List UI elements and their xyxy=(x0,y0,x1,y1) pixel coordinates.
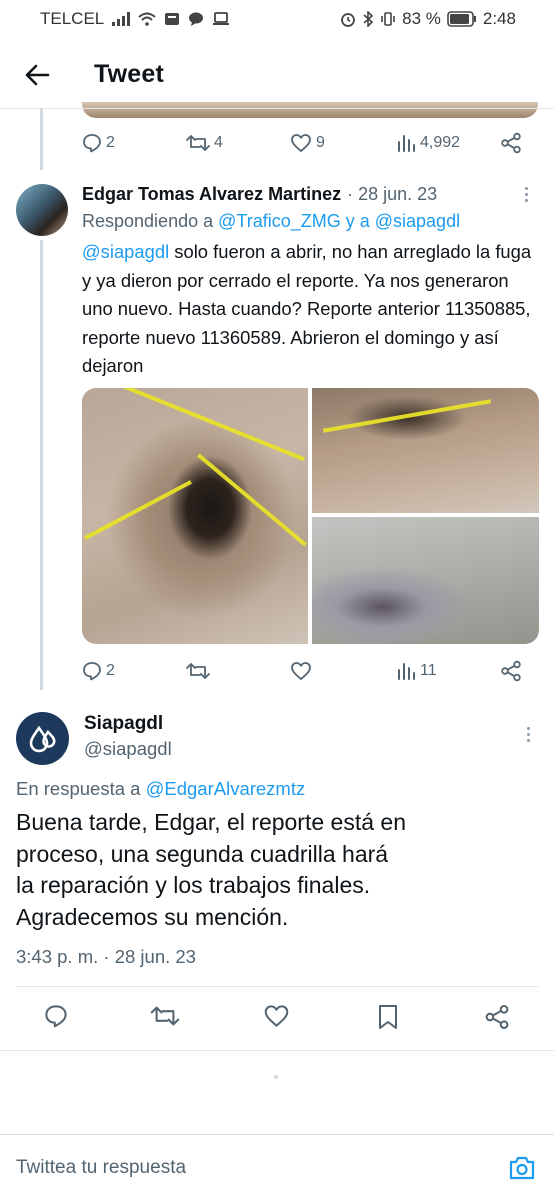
reply-count: 2 xyxy=(106,134,115,151)
more-options-button[interactable] xyxy=(516,182,536,206)
divider xyxy=(0,1050,554,1051)
views-button[interactable]: 4,992 xyxy=(396,133,460,153)
app-header: Tweet xyxy=(0,42,554,108)
bookmark-button[interactable] xyxy=(377,1004,399,1035)
mention-link[interactable]: @Trafico_ZMG xyxy=(218,211,341,231)
like-button[interactable] xyxy=(263,1004,290,1033)
status-bar: TELCEL 83 % 2:48 xyxy=(0,0,554,38)
signal-icon xyxy=(112,12,131,26)
wifi-icon xyxy=(138,12,156,26)
analytics-icon xyxy=(398,135,415,152)
arrow-left-icon xyxy=(25,64,50,86)
retweet-count: 4 xyxy=(214,134,223,151)
in-reply-prefix: En respuesta a xyxy=(16,778,146,799)
divider xyxy=(16,986,538,987)
carrier-label: TELCEL xyxy=(40,9,105,28)
user-avatar[interactable] xyxy=(16,184,68,236)
tweet-timestamp[interactable]: 3:43 p. m. · 28 jun. 23 xyxy=(16,946,196,968)
reply-button[interactable] xyxy=(44,1004,68,1033)
header-divider xyxy=(0,108,554,109)
photo-water[interactable] xyxy=(312,517,539,644)
bluetooth-icon xyxy=(362,11,374,27)
share-button[interactable] xyxy=(500,660,522,682)
like-button[interactable]: 9 xyxy=(290,133,325,153)
heart-icon xyxy=(291,662,311,680)
views-count: 4,992 xyxy=(420,134,461,151)
back-button[interactable] xyxy=(22,60,52,90)
in-reply-to-line: En respuesta a @EdgarAlvarezmtz xyxy=(16,778,305,800)
previous-tweet-actions: 2 4 9 4,992 xyxy=(82,128,522,158)
author-name[interactable]: Siapagdl xyxy=(84,713,163,735)
views-button[interactable]: 11 xyxy=(396,661,437,681)
replying-joiner: y a xyxy=(340,211,375,231)
tweet-text: @siapagdl solo fueron a abrir, no han ar… xyxy=(82,238,532,381)
laptop-icon xyxy=(212,12,230,26)
tweet-text-line: Agradecemos su mención. xyxy=(16,903,289,930)
reply-button[interactable]: 2 xyxy=(82,133,115,153)
alarm-icon xyxy=(340,11,356,27)
bookmark-icon xyxy=(379,1005,397,1029)
analytics-icon xyxy=(398,663,415,680)
photo-hole[interactable] xyxy=(82,388,308,644)
water-drops-logo-icon xyxy=(29,725,56,752)
share-icon xyxy=(501,132,521,154)
heart-icon xyxy=(264,1005,289,1027)
reply-tweet-actions: 2 11 xyxy=(82,656,522,686)
share-icon xyxy=(501,660,521,682)
comment-icon xyxy=(83,134,101,153)
battery-icon xyxy=(447,11,477,27)
heart-icon xyxy=(291,134,311,152)
views-count: 11 xyxy=(420,662,437,679)
retweet-icon xyxy=(186,663,210,679)
reply-tweet-header: Edgar Tomas Alvarez Martinez · 28 jun. 2… xyxy=(82,181,437,207)
like-count: 9 xyxy=(316,134,325,151)
camera-button[interactable] xyxy=(508,1155,536,1186)
reply-count: 2 xyxy=(106,662,115,679)
retweet-button[interactable] xyxy=(150,1004,180,1033)
reply-composer: Twittea tu respuesta xyxy=(0,1134,554,1200)
notification-icon xyxy=(164,12,180,26)
siapagdl-avatar[interactable] xyxy=(16,712,69,765)
mention-link[interactable]: @siapagdl xyxy=(82,241,169,262)
tweet-text-line: proceso, una segunda cuadrilla hará xyxy=(16,840,389,867)
mention-link[interactable]: @EdgarAlvarezmtz xyxy=(146,778,306,799)
retweet-button[interactable] xyxy=(186,661,210,681)
share-button[interactable] xyxy=(500,132,522,154)
like-button[interactable] xyxy=(290,661,312,681)
previous-tweet-image[interactable] xyxy=(82,102,538,118)
comment-icon xyxy=(83,662,101,681)
retweet-button[interactable]: 4 xyxy=(186,133,223,153)
tweet-text-line: la reparación y los trabajos finales. xyxy=(16,872,371,898)
comment-icon xyxy=(45,1005,67,1028)
camera-icon xyxy=(509,1156,535,1180)
battery-percent: 83 % xyxy=(402,9,441,28)
thread-line xyxy=(40,240,43,690)
main-tweet-actions xyxy=(0,1000,554,1036)
reply-button[interactable]: 2 xyxy=(82,661,115,681)
tweet-text: Buena tarde, Edgar, el reporte está en p… xyxy=(16,807,496,933)
author-name[interactable]: Edgar Tomas Alvarez Martinez xyxy=(82,184,341,205)
clock: 2:48 xyxy=(482,9,516,28)
more-options-button[interactable] xyxy=(518,722,538,746)
chat-bubble-icon xyxy=(188,12,204,26)
tweet-date: · 28 jun. 23 xyxy=(347,183,438,204)
retweet-icon xyxy=(150,1006,180,1026)
page-title: Tweet xyxy=(94,60,164,88)
share-button[interactable] xyxy=(484,1004,510,1035)
vibrate-icon xyxy=(380,11,396,27)
tweet-text-line: Buena tarde, Edgar, el reporte está en xyxy=(16,809,406,835)
thread-line xyxy=(40,108,43,170)
author-handle[interactable]: @siapagdl xyxy=(84,738,172,760)
replying-prefix: Respondiendo a xyxy=(82,211,219,231)
loading-dot xyxy=(274,1075,278,1079)
share-icon xyxy=(485,1005,509,1029)
reply-input[interactable]: Twittea tu respuesta xyxy=(16,1157,186,1179)
retweet-icon xyxy=(186,135,210,151)
media-grid xyxy=(82,388,539,644)
mention-link[interactable]: @siapagdl xyxy=(375,211,460,231)
replying-to-line: Respondiendo a @Trafico_ZMG y a @siapagd… xyxy=(82,208,460,234)
photo-dirt[interactable] xyxy=(312,388,539,513)
